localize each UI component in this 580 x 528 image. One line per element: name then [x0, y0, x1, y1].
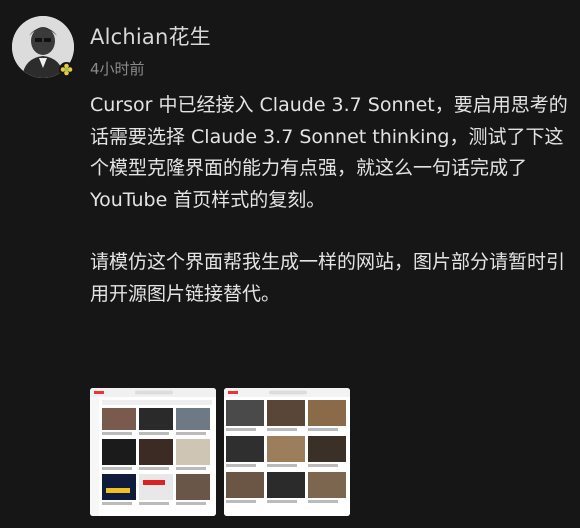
post-timestamp: 4小时前: [90, 60, 145, 78]
youtube-original-thumbnail[interactable]: [90, 388, 216, 516]
post-paragraph-2: 请模仿这个界面帮我生成一样的网站，图片部分请暂时引用开源图片链接替代。: [90, 251, 566, 305]
post-paragraph-1: Cursor 中已经接入 Claude 3.7 Sonnet，要启用思考的话需要…: [90, 94, 568, 211]
author-name[interactable]: Alchian花生: [90, 21, 211, 51]
post-content: Cursor 中已经接入 Claude 3.7 Sonnet，要启用思考的话需要…: [90, 90, 570, 310]
flower-badge-icon: [59, 62, 74, 77]
youtube-clone-thumbnail[interactable]: [224, 388, 350, 516]
